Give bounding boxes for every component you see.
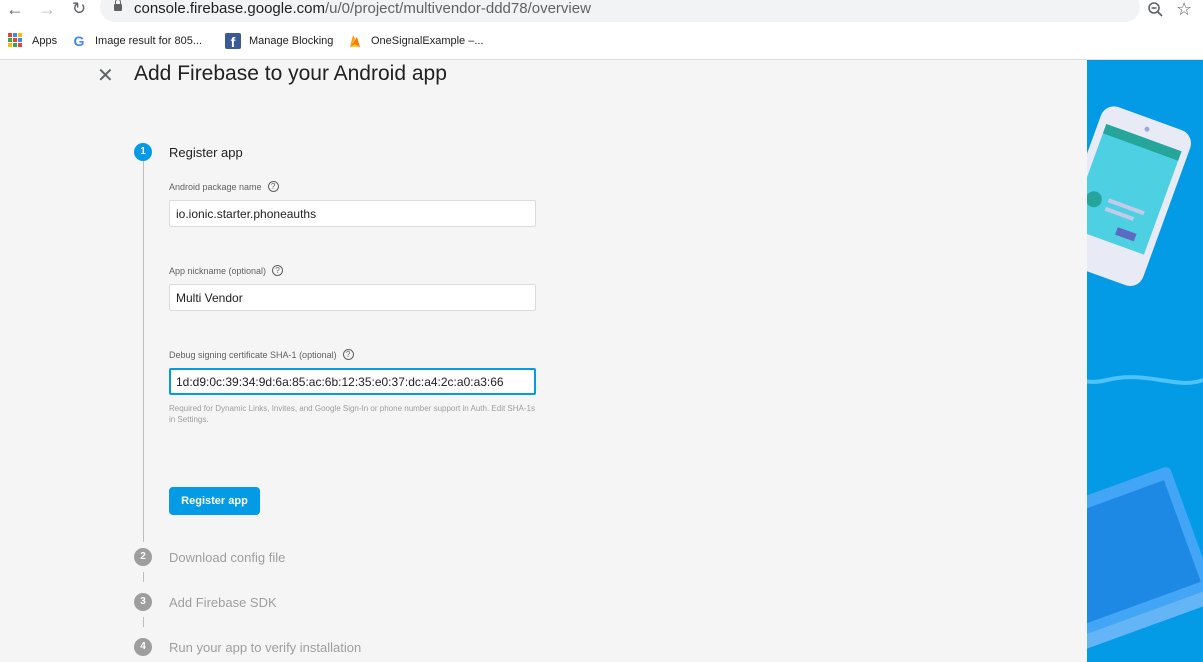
nickname-label: App nickname (optional) ?	[169, 265, 284, 276]
nickname-label-text: App nickname (optional)	[169, 265, 267, 276]
forward-arrow-icon[interactable]: →	[36, 0, 58, 20]
step-number-2: 2	[134, 548, 152, 566]
step-label-download-config[interactable]: Download config file	[169, 550, 285, 565]
sha-label: Debug signing certificate SHA-1 (optiona…	[169, 349, 354, 360]
url-text[interactable]: console.firebase.google.com/u/0/project/…	[134, 0, 591, 17]
address-bar[interactable]: console.firebase.google.com/u/0/project/…	[100, 0, 1140, 22]
bookmarks-bar: Apps G Image result for 805... f Manage …	[0, 22, 1203, 60]
apps-grid-icon	[8, 33, 24, 49]
package-name-label-text: Android package name	[169, 181, 262, 192]
close-icon[interactable]: ✕	[97, 66, 114, 86]
android-device-illustration	[1087, 106, 1203, 662]
browser-toolbar: ← → ↻ console.firebase.google.com/u/0/pr…	[0, 0, 1203, 22]
register-app-button[interactable]: Register app	[169, 487, 260, 515]
help-icon[interactable]: ?	[272, 265, 284, 276]
step-label-register-app: Register app	[169, 145, 243, 160]
bookmark-label: Apps	[32, 35, 58, 47]
bookmark-image-result[interactable]: G Image result for 805...	[71, 31, 202, 51]
zoom-out-icon[interactable]	[1146, 0, 1166, 20]
stepper-connector	[143, 617, 144, 627]
nickname-input[interactable]	[169, 284, 536, 311]
bookmark-apps[interactable]: Apps	[8, 31, 57, 51]
stepper-connector	[143, 572, 144, 582]
bookmark-star-icon[interactable]: ☆	[1176, 0, 1192, 19]
bookmark-label: OneSignalExample –...	[371, 35, 484, 47]
step-label-run-app[interactable]: Run your app to verify installation	[169, 640, 361, 655]
bookmark-label: Manage Blocking	[249, 35, 334, 47]
bookmark-manage-blocking[interactable]: f Manage Blocking	[225, 31, 333, 51]
help-icon[interactable]: ?	[267, 181, 279, 192]
url-path: /u/0/project/multivendor-ddd78/overview	[324, 0, 591, 17]
back-arrow-icon[interactable]: ←	[4, 0, 26, 20]
google-icon: G	[73, 33, 85, 49]
bookmark-onesignal[interactable]: OneSignalExample –...	[347, 31, 484, 51]
illustration-panel	[1087, 60, 1203, 662]
package-name-input[interactable]	[169, 200, 536, 227]
facebook-icon: f	[225, 33, 241, 50]
step-number-3: 3	[134, 593, 152, 611]
firebase-icon	[347, 33, 363, 49]
sha-label-text: Debug signing certificate SHA-1 (optiona…	[169, 349, 337, 360]
step-number-1: 1	[134, 143, 152, 161]
bookmark-label: Image result for 805...	[95, 35, 202, 47]
stepper-line	[143, 160, 144, 542]
page-title: Add Firebase to your Android app	[134, 62, 447, 85]
sha1-input[interactable]	[169, 368, 536, 395]
step-label-add-sdk[interactable]: Add Firebase SDK	[169, 595, 277, 610]
url-host: console.firebase.google.com	[134, 0, 325, 17]
help-icon[interactable]: ?	[342, 349, 354, 360]
sha-hint-text: Required for Dynamic Links, Invites, and…	[169, 404, 535, 424]
step-number-4: 4	[134, 638, 152, 656]
reload-icon[interactable]: ↻	[68, 0, 90, 20]
lock-icon	[114, 0, 122, 11]
package-name-label: Android package name ?	[169, 181, 279, 192]
